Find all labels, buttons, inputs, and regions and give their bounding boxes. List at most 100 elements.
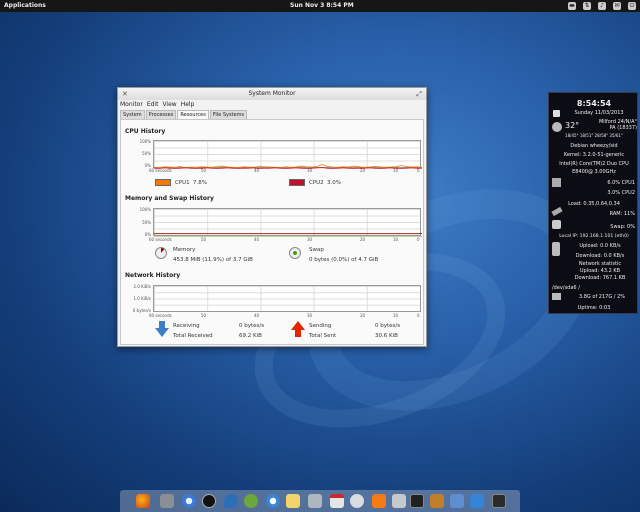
memory-pie-icon[interactable]: [155, 247, 167, 259]
mail-icon[interactable]: ✉: [613, 2, 621, 10]
x-tick: 10: [393, 168, 399, 173]
conky-kernel: Kernel: 3.2.0-51-generic: [563, 152, 625, 158]
y-tick: 50%: [142, 151, 151, 156]
volume-icon[interactable]: ♪: [598, 2, 606, 10]
conky-cpu2: 3.0% CPU2: [607, 190, 635, 196]
conky-cpu1: 6.0% CPU1: [607, 180, 635, 186]
chromium-icon[interactable]: [182, 494, 196, 508]
conky-swap: Swap: 0%: [610, 224, 635, 230]
conky-download-total: Download: 767.1 KB: [574, 275, 626, 281]
x-tick: 10: [393, 313, 399, 318]
calendar-icon: [553, 110, 560, 117]
applications-menu[interactable]: Applications: [4, 0, 46, 12]
tab-system[interactable]: System: [120, 110, 145, 119]
cpu1-series-line: [154, 164, 422, 169]
swap-label: Swap: [309, 247, 324, 253]
y-tick: 0 bytes/s: [132, 308, 151, 313]
camera-icon[interactable]: [308, 494, 322, 508]
y-tick: 0%: [144, 163, 151, 168]
mail-icon[interactable]: [286, 494, 300, 508]
clock-icon[interactable]: [350, 494, 364, 508]
cpu1-color-button[interactable]: [155, 179, 171, 186]
x-tick: 30: [307, 237, 313, 242]
files-icon[interactable]: [160, 494, 174, 508]
x-tick: 0: [417, 313, 420, 318]
top-panel: Applications Sun Nov 3 8:54 PM ▬ ⇅ ♪ ✉ ⏻: [0, 0, 640, 12]
maximize-icon[interactable]: ⤢: [416, 88, 422, 100]
calendar-icon[interactable]: [330, 494, 344, 508]
conky-date: Sunday 11/03/2013: [574, 110, 624, 116]
conky-upload: Upload: 0.0 KB/s: [579, 243, 621, 249]
x-tick: 10: [393, 237, 399, 242]
memory-graph: [153, 208, 422, 237]
menu-help[interactable]: Help: [181, 100, 195, 110]
panel-clock[interactable]: Sun Nov 3 8:54 PM: [290, 0, 354, 12]
sending-arrow-icon: [291, 321, 305, 337]
swap-value: 0 bytes (0.0%) of 4.7 GiB: [309, 257, 379, 263]
geany-icon[interactable]: [244, 494, 258, 508]
cpu2-value: 3.0%: [327, 180, 341, 186]
x-tick: 60 seconds: [149, 313, 172, 318]
close-icon[interactable]: ✕: [122, 88, 128, 100]
firefox-icon[interactable]: [136, 494, 150, 508]
tab-bar: System Processes Resources File Systems: [118, 110, 426, 119]
conky-widget: 8:54:54 Sunday 11/03/2013 32° Milford 24…: [548, 92, 638, 314]
total-sent-value: 30.6 KiB: [375, 333, 398, 339]
cpu1-label: CPU1: [175, 180, 190, 186]
synaptic-icon[interactable]: [450, 494, 464, 508]
conky-uptime: Uptime: 0:03: [577, 305, 611, 311]
menu-monitor[interactable]: Monitor: [120, 100, 143, 110]
gedit-icon[interactable]: [266, 494, 280, 508]
vlc-icon[interactable]: [372, 494, 386, 508]
file-manager-icon[interactable]: [430, 494, 444, 508]
x-tick: 20: [360, 168, 366, 173]
download-icon[interactable]: [470, 494, 484, 508]
y-tick: 1.0 KiB/s: [133, 296, 151, 301]
conky-net-statistic: Network statistic: [578, 261, 622, 267]
swap-pie-icon[interactable]: [289, 247, 301, 259]
harddisk-icon: [552, 293, 561, 300]
y-tick: 2.0 KiB/s: [133, 284, 151, 289]
terminal-icon[interactable]: [410, 494, 424, 508]
conky-download: Download: 0.0 KB/s: [575, 253, 625, 259]
x-tick: 0: [417, 168, 420, 173]
total-received-label: Total Received: [173, 333, 213, 339]
conky-disk: /dev/sda6 /: [552, 285, 580, 291]
cpu2-series-line: [154, 167, 422, 169]
folder-icon[interactable]: ▬: [568, 2, 576, 10]
memory-label: Memory: [173, 247, 196, 253]
conky-time: 8:54:54: [576, 99, 612, 108]
system-tray: ▬ ⇅ ♪ ✉ ⏻: [568, 2, 636, 10]
music-icon[interactable]: [392, 494, 406, 508]
window-titlebar[interactable]: ✕ System Monitor ⤢: [118, 88, 426, 100]
network-icon[interactable]: ⇅: [583, 2, 591, 10]
x-tick: 40: [254, 313, 260, 318]
cpu-history-heading: CPU History: [125, 128, 166, 135]
tab-file-systems[interactable]: File Systems: [209, 110, 248, 119]
y-tick: 100%: [139, 207, 151, 212]
receiving-label: Receiving: [173, 323, 200, 329]
system-monitor-icon[interactable]: [492, 494, 506, 508]
audacious-icon[interactable]: [202, 494, 216, 508]
conky-forecast: 18/45° 18/51° 28/58° 35/61°: [565, 133, 623, 138]
transmission-icon[interactable]: [224, 494, 238, 508]
tab-resources[interactable]: Resources: [177, 110, 209, 119]
power-icon[interactable]: ⏻: [628, 2, 636, 10]
x-tick: 50: [201, 237, 207, 242]
receiving-arrow-icon: [155, 321, 169, 337]
dock: [120, 490, 520, 512]
system-monitor-window: ✕ System Monitor ⤢ Monitor Edit View Hel…: [117, 87, 427, 347]
tab-processes[interactable]: Processes: [145, 110, 177, 119]
x-tick: 60 seconds: [149, 237, 172, 242]
conky-upload-total: Upload: 43.2 KB: [579, 268, 621, 274]
cpu2-color-button[interactable]: [289, 179, 305, 186]
x-tick: 0: [417, 237, 420, 242]
network-icon: [552, 242, 560, 256]
menu-edit[interactable]: Edit: [147, 100, 159, 110]
conky-disk-usage: 3.8G of 217G / 2%: [578, 294, 626, 300]
conky-state: PA (18337): [609, 125, 637, 131]
x-tick: 20: [360, 313, 366, 318]
ram-icon: [551, 206, 563, 217]
total-received-value: 69.2 KiB: [239, 333, 262, 339]
menu-view[interactable]: View: [162, 100, 176, 110]
